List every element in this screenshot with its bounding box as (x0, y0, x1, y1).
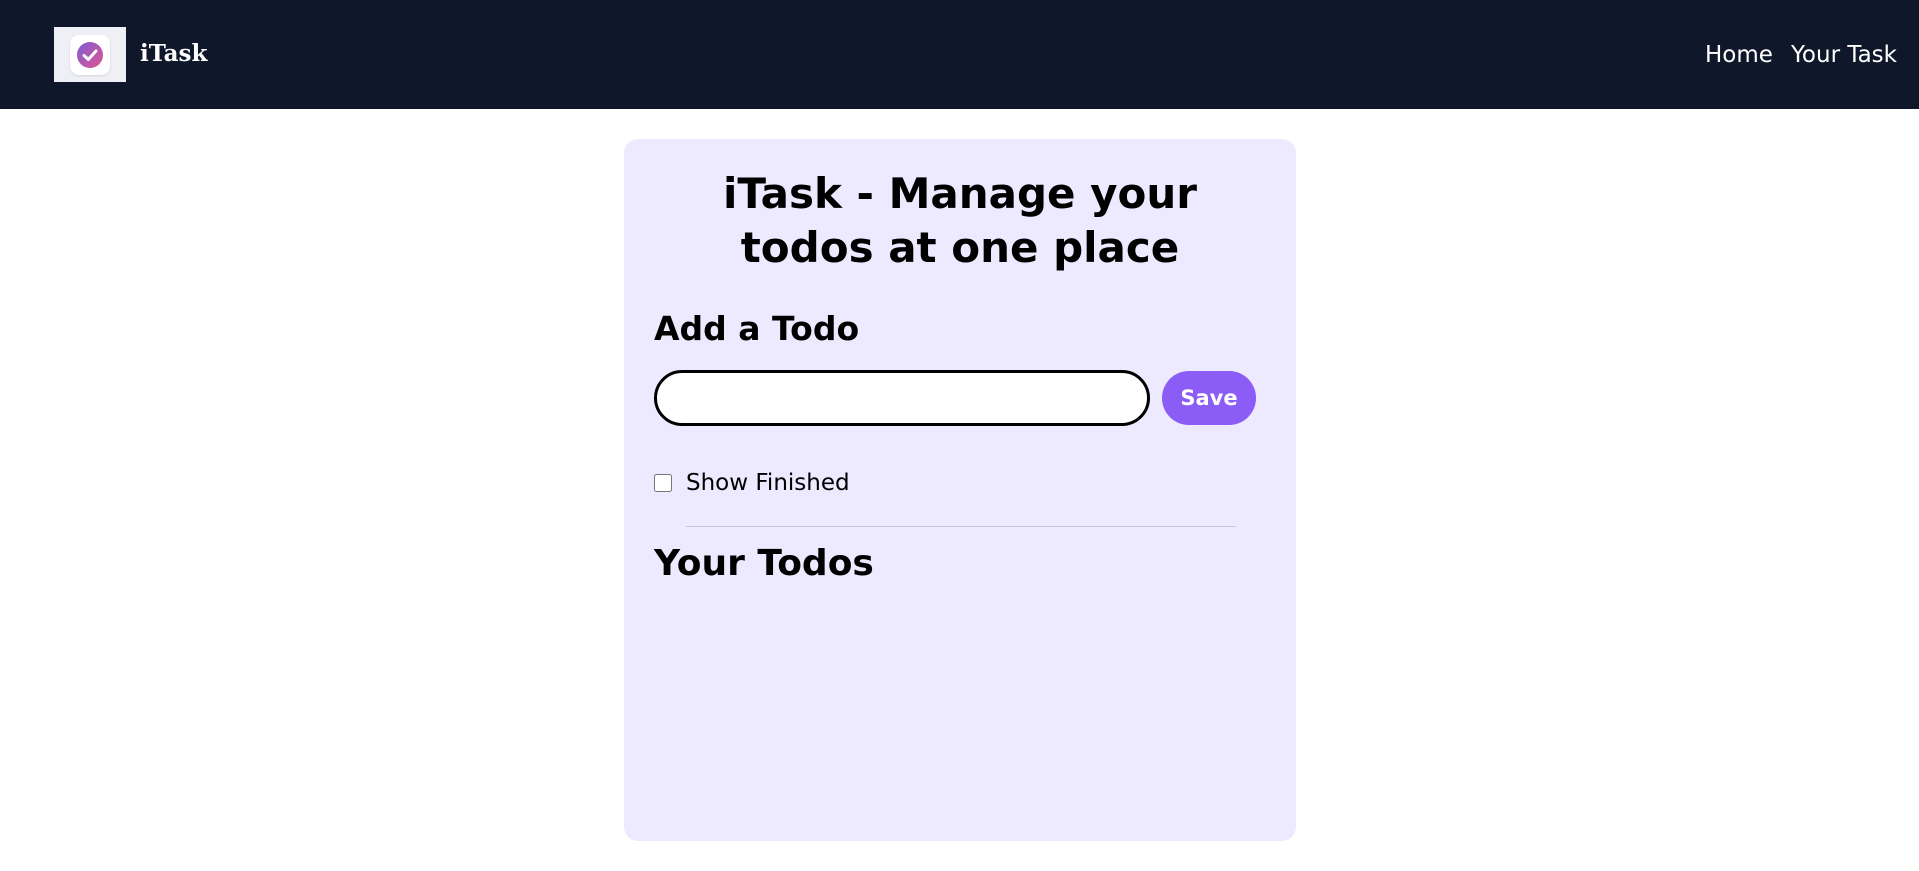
nav-link-home[interactable]: Home (1705, 42, 1773, 68)
nav-links: Home Your Task (1705, 42, 1897, 68)
todo-card: iTask - Manage your todos at one place A… (624, 139, 1296, 841)
check-badge-icon (77, 41, 103, 68)
your-todos-heading: Your Todos (654, 543, 874, 584)
save-button[interactable]: Save (1162, 371, 1256, 425)
brand-name: iTask (140, 40, 208, 67)
nav-link-your-task[interactable]: Your Task (1791, 42, 1897, 68)
logo (54, 27, 126, 82)
page-title: iTask - Manage your todos at one place (723, 169, 1197, 272)
navbar: iTask Home Your Task (0, 0, 1919, 109)
logo-tile (70, 34, 110, 75)
brand[interactable]: iTask (54, 27, 207, 82)
show-finished-checkbox[interactable] (654, 474, 672, 492)
todo-input[interactable] (654, 370, 1150, 426)
add-todo-row: Save (654, 370, 1266, 426)
divider (686, 526, 1236, 527)
show-finished-toggle: Show Finished (654, 470, 1266, 496)
add-todo-heading: Add a Todo (654, 309, 860, 348)
show-finished-label[interactable]: Show Finished (686, 470, 850, 496)
